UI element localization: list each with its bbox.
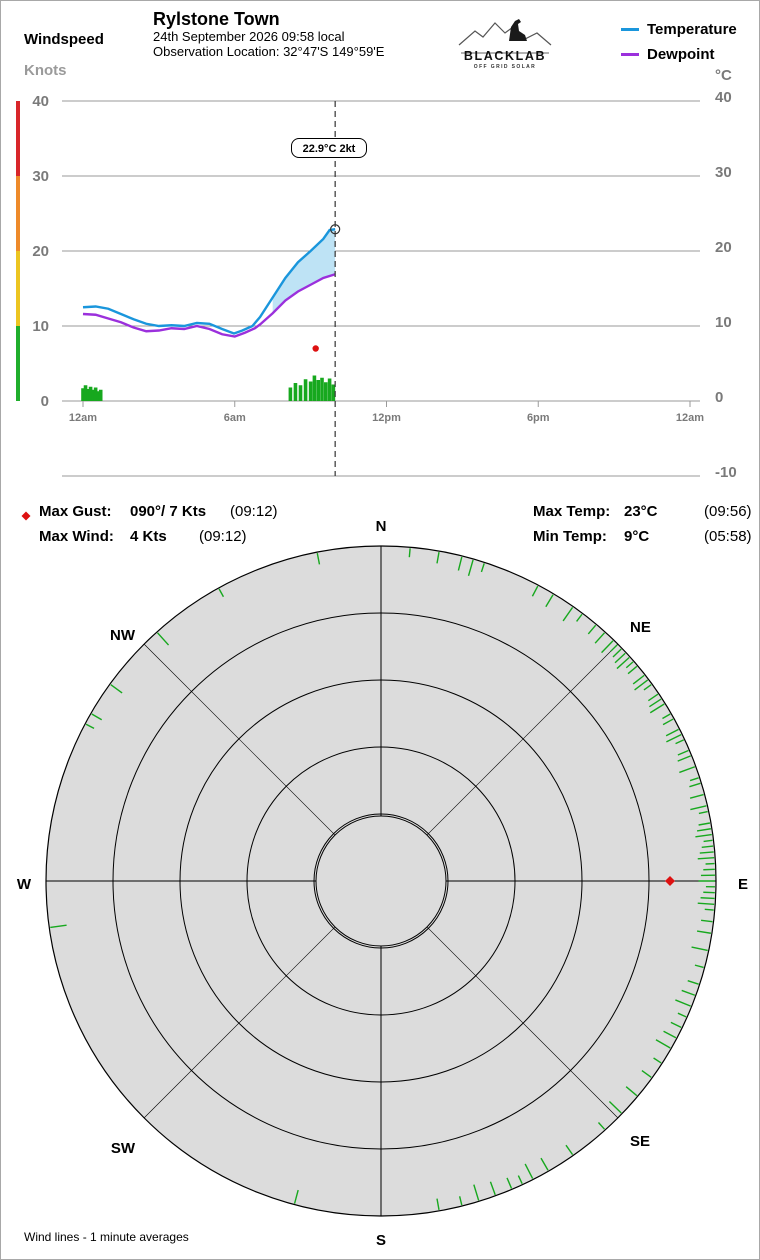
- left-tick-label: 30: [32, 168, 49, 185]
- x-tick-label: 12am: [69, 412, 97, 424]
- left-tick-label: 20: [32, 243, 49, 260]
- wind-bar: [288, 387, 293, 401]
- left-tick-label: 40: [32, 93, 49, 110]
- wind-bar: [324, 382, 328, 401]
- wind-bar: [98, 389, 103, 401]
- cursor-tooltip: 22.9°C 2kt: [291, 138, 367, 158]
- wind-direction-tick: [700, 897, 715, 900]
- x-tick-label: 6am: [224, 412, 246, 424]
- compass-label-s: S: [376, 1232, 386, 1249]
- compass-label-ne: NE: [630, 619, 651, 636]
- wind-bar: [293, 383, 298, 401]
- wind-direction-tick: [408, 548, 411, 558]
- wind-direction-tick: [704, 908, 714, 911]
- right-tick-label: -10: [715, 464, 737, 481]
- compass-label-se: SE: [630, 1133, 650, 1150]
- wind-scale-segment: [16, 326, 20, 401]
- x-tick-label: 12am: [676, 412, 704, 424]
- right-tick-label: 0: [715, 389, 723, 406]
- wind-bar: [298, 385, 303, 401]
- x-tick-label: 6pm: [527, 412, 550, 424]
- wind-bar: [312, 375, 317, 401]
- right-tick-label: 30: [715, 164, 732, 181]
- weather-panel: Windspeed Knots Rylstone Town 24th Septe…: [0, 0, 760, 1260]
- compass-label-nw: NW: [110, 627, 136, 644]
- compass-label-e: E: [738, 876, 748, 893]
- rose-center-ring: [315, 815, 447, 947]
- right-tick-label: 40: [715, 89, 732, 106]
- wind-rose: N NE E SE S SW W NW: [17, 518, 748, 1249]
- right-tick-label: 10: [715, 314, 732, 331]
- wind-bar: [316, 380, 321, 401]
- wind-bar: [303, 379, 308, 401]
- temperature-wind-chart: 0 10 20 30 40 -10 0 10 20 30 40 12am 6am 12pm 6pm 12am: [16, 89, 737, 481]
- compass-label-w: W: [17, 876, 32, 893]
- wind-scale-segment: [16, 251, 20, 326]
- footer-note: Wind lines - 1 minute averages: [24, 1230, 189, 1244]
- left-tick-label: 10: [32, 318, 49, 335]
- compass-label-n: N: [376, 518, 387, 535]
- max-gust-point: [312, 345, 319, 352]
- wind-scale-segment: [16, 101, 20, 176]
- wind-bar: [308, 381, 313, 401]
- temp-dewpoint-fill: [272, 229, 336, 314]
- wind-bar: [320, 377, 324, 401]
- x-tick-label: 12pm: [372, 412, 401, 424]
- compass-label-sw: SW: [111, 1140, 136, 1157]
- right-tick-label: 20: [715, 239, 732, 256]
- wind-bar: [327, 378, 332, 401]
- left-tick-label: 0: [41, 393, 49, 410]
- wind-scale-segment: [16, 176, 20, 251]
